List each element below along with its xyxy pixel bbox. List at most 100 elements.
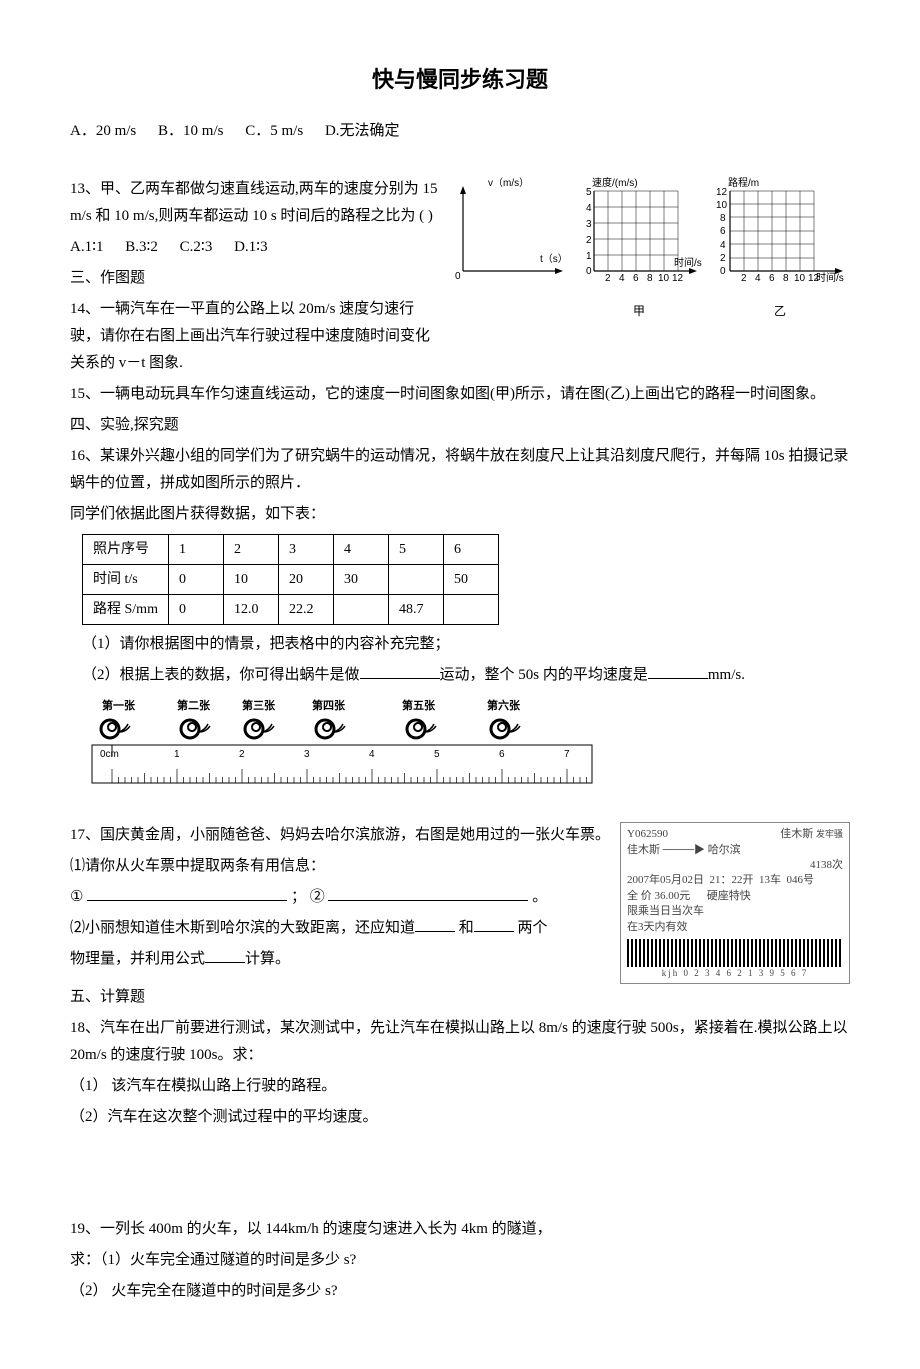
q13-opt-c: C.2∶3 xyxy=(180,234,213,261)
svg-text:6: 6 xyxy=(633,273,639,284)
svg-text:6: 6 xyxy=(499,749,505,760)
svg-text:1: 1 xyxy=(174,749,180,760)
table-cell xyxy=(388,564,443,594)
svg-text:10: 10 xyxy=(658,273,670,284)
table-cell: 6 xyxy=(443,534,498,564)
origin-label: 0 xyxy=(455,271,461,282)
ticket-seat: 046号 xyxy=(787,874,815,886)
table-row: 照片序号 1 2 3 4 5 6 xyxy=(83,534,499,564)
svg-text:3: 3 xyxy=(586,219,592,230)
ticket-class: 硬座特快 xyxy=(707,890,751,902)
opt-c: 5 m/s xyxy=(270,123,303,139)
table-row: 时间 t/s 0 10 20 30 50 xyxy=(83,564,499,594)
axis-label-time-yi: 时间/s xyxy=(816,271,844,284)
blank-quantity-2[interactable] xyxy=(474,917,514,932)
q17-p3a: ⑵小丽想知道佳木斯到哈尔滨的大致距离，还应知道 xyxy=(70,920,415,936)
q19-s1: 求：（1）火车完全通过隧道的时间是多少 s? xyxy=(70,1247,850,1274)
table-cell: 50 xyxy=(443,564,498,594)
ruler-figure: 第一张 第二张 第三张 第四张 第五张 第六张 0cm 1 2 3 4 5 6 xyxy=(82,697,850,787)
ticket-price: 全 价 36.00元 xyxy=(627,890,690,902)
svg-text:2: 2 xyxy=(586,235,592,246)
q13-opt-b: B.3∶2 xyxy=(125,234,158,261)
table-cell: 48.7 xyxy=(388,594,443,624)
table-cell: 3 xyxy=(278,534,333,564)
svg-text:第一张: 第一张 xyxy=(102,698,136,712)
blank-quantity-1[interactable] xyxy=(415,917,455,932)
q19-p1: 19、一列长 400m 的火车，以 144km/h 的速度匀速进入长为 4km … xyxy=(70,1216,850,1243)
ticket-note2: 在3天内有效 xyxy=(627,920,843,935)
blank-motion-type[interactable] xyxy=(360,664,440,679)
svg-text:4: 4 xyxy=(586,203,592,214)
q15-graph-yi: 路程/m 0 2 4 6 xyxy=(710,176,850,323)
ticket-from: 佳木斯 xyxy=(627,844,660,856)
q14-text: 14、一辆汽车在一平直的公路上以 20m/s 速度匀速行驶，请你在右图上画出汽车… xyxy=(70,296,440,377)
svg-text:1: 1 xyxy=(586,251,592,262)
graph-caption-jia: 甲 xyxy=(574,301,704,323)
section-5-header: 五、计算题 xyxy=(70,984,850,1011)
svg-text:第二张: 第二张 xyxy=(177,698,211,712)
figures-group: v（m/s） t（s） 0 速度/(m/s) xyxy=(448,176,850,323)
svg-text:0: 0 xyxy=(586,266,592,277)
svg-text:4: 4 xyxy=(369,749,375,760)
axis-label-v: v（m/s） xyxy=(488,177,529,189)
q18-s2: （2）汽车在这次整个测试过程中的平均速度。 xyxy=(70,1104,850,1131)
svg-text:10: 10 xyxy=(716,200,728,211)
ticket-stamp: 发牢骚 xyxy=(816,829,843,839)
train-ticket: Y062590 佳木斯 发牢骚 佳木斯 ────▶ 哈尔滨 4138次 2007… xyxy=(620,822,850,984)
table-cell: 10 xyxy=(223,564,278,594)
svg-text:7: 7 xyxy=(564,749,570,760)
svg-text:4: 4 xyxy=(720,240,726,251)
svg-text:第四张: 第四张 xyxy=(312,698,346,712)
svg-text:8: 8 xyxy=(720,213,726,224)
barcode-icon xyxy=(627,939,843,967)
svg-text:3: 3 xyxy=(304,749,310,760)
ticket-train-no: 4138次 xyxy=(627,858,843,873)
blank-info-1[interactable] xyxy=(87,886,287,901)
svg-text:12: 12 xyxy=(716,187,728,198)
ticket-depart: 21：22开 xyxy=(710,874,754,886)
svg-text:第五张: 第五张 xyxy=(402,698,436,712)
ticket-date: 2007年05月02日 xyxy=(627,874,704,886)
table-cell xyxy=(443,594,498,624)
q16-sub2-a: （2）根据上表的数据，你可得出蜗牛是做 xyxy=(82,667,360,683)
table-cell: 2 xyxy=(223,534,278,564)
svg-text:2: 2 xyxy=(741,273,747,284)
opt-b: 10 m/s xyxy=(183,123,223,139)
blank-formula[interactable] xyxy=(205,948,245,963)
table-cell: 22.2 xyxy=(278,594,333,624)
svg-text:5: 5 xyxy=(434,749,440,760)
blank-avg-speed[interactable] xyxy=(648,664,708,679)
svg-text:6: 6 xyxy=(720,226,726,237)
table-row: 路程 S/mm 0 12.0 22.2 48.7 xyxy=(83,594,499,624)
svg-text:第六张: 第六张 xyxy=(487,698,521,712)
svg-text:4: 4 xyxy=(619,273,625,284)
opt-a-prefix: A． xyxy=(70,123,96,139)
table-cell: 时间 t/s xyxy=(83,564,169,594)
barcode-digits: kjh 0 2 3 4 6 2 1 3 9 5 6 7 xyxy=(627,967,843,980)
q15-graph-jia: 速度/(m/s) xyxy=(574,176,704,323)
svg-text:4: 4 xyxy=(755,273,761,284)
opt-d: 无法确定 xyxy=(340,123,400,139)
table-cell: 12.0 xyxy=(223,594,278,624)
svg-text:2: 2 xyxy=(239,749,245,760)
q14-vt-graph: v（m/s） t（s） 0 xyxy=(448,176,568,286)
axis-label-t: t（s） xyxy=(540,253,568,265)
table-cell: 路程 S/mm xyxy=(83,594,169,624)
svg-text:10: 10 xyxy=(794,273,806,284)
blank-info-2[interactable] xyxy=(328,886,528,901)
opt-c-prefix: C． xyxy=(245,123,270,139)
q13-opt-d: D.1∶3 xyxy=(234,234,268,261)
svg-text:第三张: 第三张 xyxy=(242,698,276,712)
ticket-car: 13车 xyxy=(759,874,781,886)
axis-label-time-jia: 时间/s xyxy=(674,256,702,269)
q16-sub2: （2）根据上表的数据，你可得出蜗牛是做运动，整个 50s 内的平均速度是mm/s… xyxy=(82,662,850,689)
svg-text:5: 5 xyxy=(586,187,592,198)
svg-text:0: 0 xyxy=(720,266,726,277)
svg-text:0cm: 0cm xyxy=(100,749,119,760)
q16-sub1: （1）请你根据图中的情景，把表格中的内容补充完整； xyxy=(82,631,850,658)
svg-text:8: 8 xyxy=(647,273,653,284)
ticket-corner: 佳木斯 xyxy=(780,828,813,840)
q15-text: 15、一辆电动玩具车作匀速直线运动，它的速度一时间图象如图(甲)所示，请在图(乙… xyxy=(70,381,850,408)
q16-p2: 同学们依据此图片获得数据，如下表： xyxy=(70,501,850,528)
q16-sub2-c: mm/s. xyxy=(708,667,745,683)
